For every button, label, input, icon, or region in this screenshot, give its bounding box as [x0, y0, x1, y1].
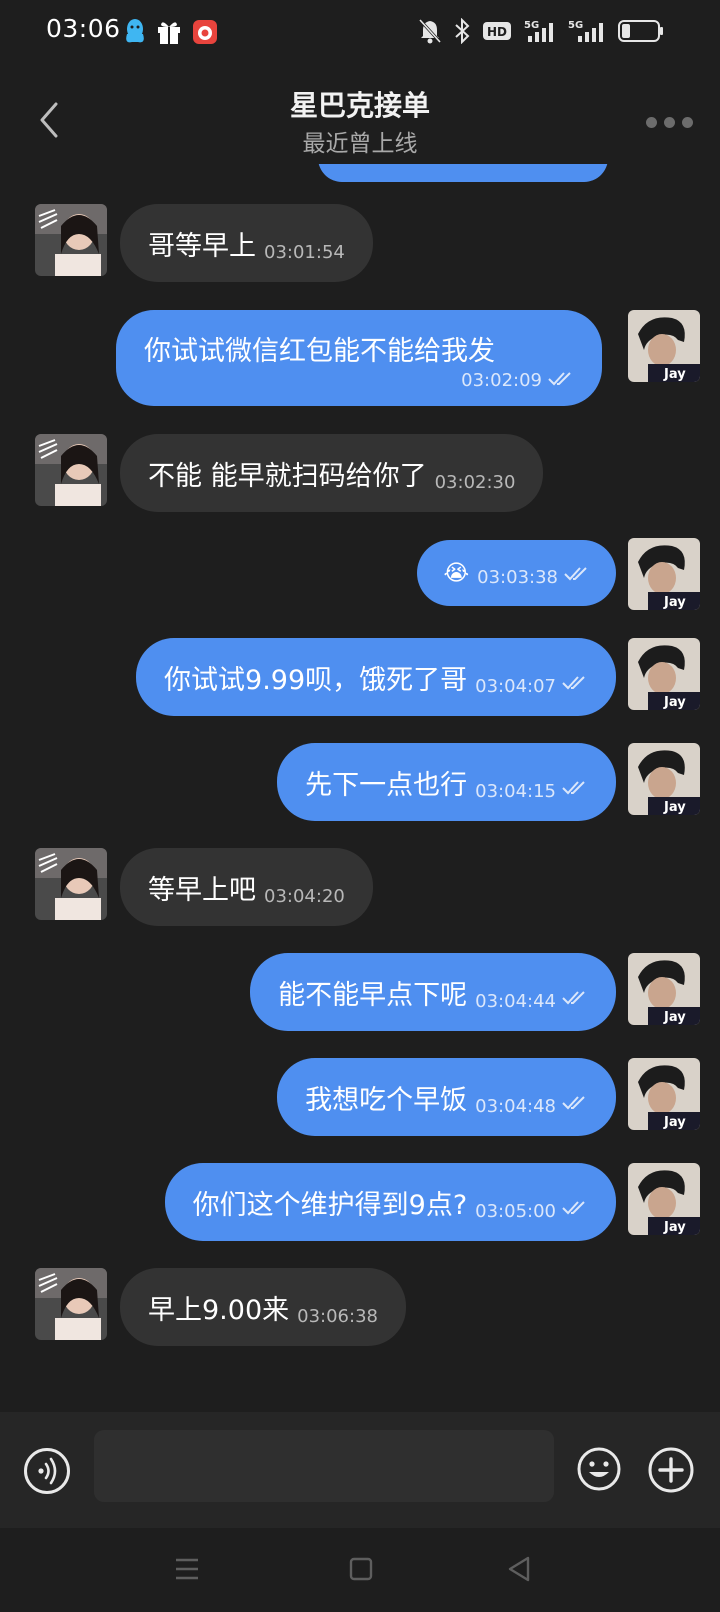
message-text: 我想吃个早饭 — [305, 1084, 468, 1116]
gift-icon — [156, 19, 182, 45]
message-time: 03:05:00 — [475, 1200, 556, 1222]
bluetooth-icon — [454, 18, 470, 44]
incoming-message-bubble[interactable]: 不能 能早就扫码给你了 03:02:30 — [120, 434, 544, 512]
message-text: 😭 — [443, 560, 470, 586]
nav-home-button[interactable] — [348, 1554, 374, 1588]
contact-avatar[interactable] — [35, 1268, 107, 1340]
battery-icon — [618, 19, 664, 43]
qq-icon — [124, 18, 146, 46]
svg-text:Jay: Jay — [663, 595, 686, 610]
mute-bell-icon — [418, 18, 442, 44]
status-bar: 03:06 HD 5G 5G — [0, 0, 720, 64]
message-text: 你试试微信红包能不能给我发 — [144, 336, 495, 367]
back-triangle-icon — [508, 1556, 530, 1582]
message-time: 03:04:44 — [475, 990, 556, 1012]
message-time: 03:04:15 — [475, 780, 556, 802]
incoming-message-bubble[interactable]: 早上9.00来 03:06:38 — [120, 1268, 406, 1346]
svg-text:HD: HD — [487, 25, 507, 39]
message-time: 03:04:20 — [264, 885, 345, 907]
outgoing-message-bubble[interactable]: 😭 03:03:38 — [417, 540, 616, 606]
svg-text:Jay: Jay — [663, 367, 686, 382]
outgoing-message-bubble[interactable]: 能不能早点下呢 03:04:44 — [250, 953, 616, 1031]
read-check-icon — [562, 1200, 588, 1220]
outgoing-message-bubble[interactable]: 先下一点也行 03:04:15 — [277, 743, 616, 821]
message-time: 03:04:48 — [475, 1095, 556, 1117]
smiley-icon — [577, 1447, 621, 1491]
online-status: 最近曾上线 — [302, 131, 418, 157]
my-avatar[interactable]: Jay — [628, 310, 700, 382]
emoji-button[interactable] — [576, 1446, 622, 1492]
contact-avatar[interactable] — [35, 204, 107, 276]
app-badge-icon — [192, 19, 218, 45]
voice-input-button[interactable] — [24, 1448, 70, 1494]
svg-text:Jay: Jay — [663, 800, 686, 815]
menu-lines-icon — [176, 1558, 198, 1580]
message-time: 03:06:38 — [297, 1305, 378, 1327]
chat-header: 星巴克接单 最近曾上线 — [0, 64, 720, 164]
message-text: 不能 能早就扫码给你了 — [148, 460, 427, 492]
home-square-icon — [349, 1557, 373, 1581]
message-time: 03:03:38 — [477, 566, 558, 588]
message-list[interactable]: 哥等早上 03:01:54 你试试微信红包能不能给我发 03:02:09 Jay… — [0, 164, 720, 1412]
message-text: 能不能早点下呢 — [278, 979, 468, 1011]
message-time: 03:04:07 — [475, 675, 556, 697]
svg-text:Jay: Jay — [663, 1115, 686, 1130]
status-time: 03:06 — [46, 14, 121, 43]
page-title: 星巴克接单 — [289, 89, 430, 122]
contact-avatar[interactable] — [35, 434, 107, 506]
message-text: 等早上吧 — [148, 874, 256, 906]
message-time: 03:01:54 — [264, 241, 345, 263]
read-check-icon — [548, 371, 574, 391]
my-avatar[interactable]: Jay — [628, 1163, 700, 1235]
message-text: 先下一点也行 — [305, 769, 468, 801]
my-avatar[interactable]: Jay — [628, 743, 700, 815]
svg-text:Jay: Jay — [663, 1010, 686, 1025]
message-text: 你们这个维护得到9点? — [192, 1189, 468, 1221]
my-avatar[interactable]: Jay — [628, 638, 700, 710]
message-time: 03:02:30 — [434, 471, 516, 493]
outgoing-message-bubble[interactable]: 你试试9.99呗，饿死了哥 03:04:07 — [136, 638, 616, 716]
contact-avatar[interactable] — [35, 848, 107, 920]
more-dot-icon — [646, 116, 657, 128]
svg-text:Jay: Jay — [663, 695, 686, 710]
nav-menu-button[interactable] — [174, 1554, 200, 1588]
composer-bar — [0, 1412, 720, 1528]
read-check-icon — [562, 780, 588, 800]
incoming-message-bubble[interactable]: 哥等早上 03:01:54 — [120, 204, 373, 282]
message-text: 早上9.00来 — [148, 1294, 290, 1326]
svg-text:5G: 5G — [568, 20, 583, 31]
more-actions-button[interactable] — [647, 1446, 695, 1494]
incoming-message-bubble[interactable]: 等早上吧 03:04:20 — [120, 848, 373, 926]
previous-message-bubble[interactable] — [318, 164, 608, 182]
message-input[interactable] — [94, 1430, 554, 1502]
more-options-button[interactable] — [646, 112, 696, 132]
more-dot-icon — [682, 116, 693, 128]
svg-text:5G: 5G — [524, 20, 539, 31]
read-check-icon — [562, 1095, 588, 1115]
read-check-icon — [562, 990, 588, 1010]
system-nav-bar — [0, 1528, 720, 1612]
voice-wave-icon — [38, 1457, 57, 1485]
my-avatar[interactable]: Jay — [628, 1058, 700, 1130]
message-time: 03:02:09 — [461, 370, 542, 391]
outgoing-message-bubble[interactable]: 我想吃个早饭 03:04:48 — [277, 1058, 616, 1136]
svg-text:Jay: Jay — [663, 1220, 686, 1235]
more-dot-icon — [664, 116, 675, 128]
message-text: 哥等早上 — [148, 230, 256, 262]
my-avatar[interactable]: Jay — [628, 538, 700, 610]
outgoing-message-bubble[interactable]: 你试试微信红包能不能给我发 03:02:09 — [116, 310, 602, 406]
message-text: 你试试9.99呗，饿死了哥 — [164, 664, 468, 696]
signal-5g-icon: 5G — [524, 18, 556, 44]
my-avatar[interactable]: Jay — [628, 953, 700, 1025]
signal-5g-icon-2: 5G — [568, 18, 606, 44]
plus-circle-icon — [648, 1447, 694, 1493]
hd-icon: HD — [482, 20, 512, 42]
read-check-icon — [564, 566, 590, 586]
read-check-icon — [562, 675, 588, 695]
outgoing-message-bubble[interactable]: 你们这个维护得到9点? 03:05:00 — [164, 1163, 616, 1241]
nav-back-button[interactable] — [506, 1554, 532, 1588]
